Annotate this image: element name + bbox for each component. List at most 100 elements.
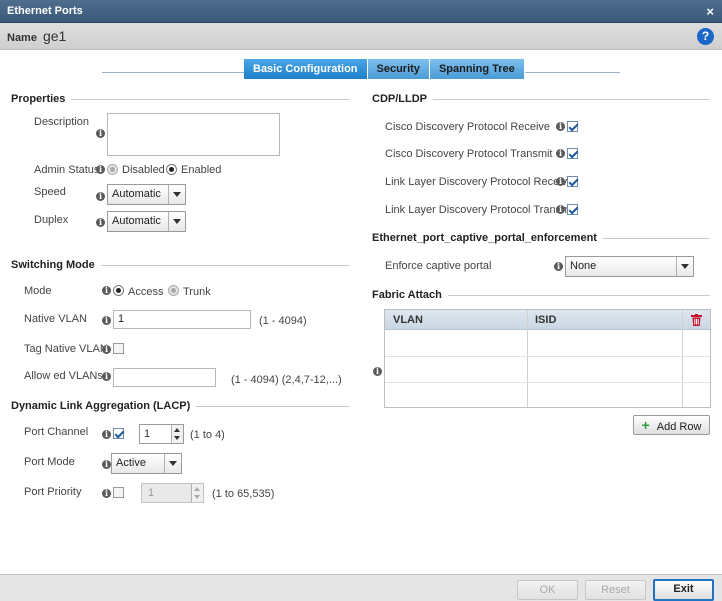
chevron-down-icon: [164, 454, 181, 473]
duplex-select[interactable]: Automatic: [107, 211, 186, 232]
port-priority-stepper: 1: [141, 483, 204, 503]
close-icon[interactable]: ×: [706, 0, 714, 23]
stepper-buttons: [191, 484, 203, 502]
add-row-button[interactable]: + Add Row: [633, 415, 710, 435]
tag-native-vlan-checkbox[interactable]: [113, 343, 124, 354]
cdp-lldp-section-title: CDP/LLDP: [372, 93, 433, 105]
tab-spanning-tree[interactable]: Spanning Tree: [429, 59, 525, 79]
cdp-transmit-checkbox[interactable]: [567, 148, 578, 159]
lldp-transmit-checkbox[interactable]: [567, 204, 578, 215]
tab-security[interactable]: Security: [367, 59, 430, 79]
window-title-bar: Ethernet Ports ×: [0, 0, 722, 23]
stepper-buttons[interactable]: [171, 425, 183, 443]
fabric-attach-section-title: Fabric Attach: [372, 289, 448, 301]
info-icon: i: [96, 129, 105, 138]
chevron-down-icon: [676, 257, 693, 276]
duplex-select-value: Automatic: [112, 215, 161, 227]
native-vlan-label: Native VLAN: [24, 313, 87, 325]
lldp-transmit-label: Link Layer Discovery Protocol Transmit: [385, 204, 576, 216]
info-icon: i: [96, 165, 105, 174]
chevron-down-icon[interactable]: [174, 436, 180, 440]
chevron-down-icon: [168, 212, 185, 231]
admin-status-enabled-label: Enabled: [181, 164, 222, 176]
reset-button[interactable]: Reset: [585, 580, 646, 600]
fabric-attach-table-header: VLAN ISID: [385, 310, 710, 330]
mode-access-radio[interactable]: [113, 285, 124, 296]
info-icon: i: [556, 205, 565, 214]
admin-status-label: Admin Status: [34, 164, 100, 176]
duplex-label: Duplex: [34, 214, 69, 226]
fabric-attach-table: VLAN ISID: [384, 309, 711, 408]
info-icon: i: [96, 218, 105, 227]
port-channel-checkbox[interactable]: [113, 428, 124, 439]
cdp-transmit-label: Cisco Discovery Protocol Transmit: [385, 148, 553, 160]
port-channel-stepper[interactable]: 1: [139, 424, 184, 444]
info-icon: i: [556, 122, 565, 131]
plus-icon: +: [641, 417, 650, 433]
description-label: Description: [34, 116, 90, 128]
trash-icon[interactable]: [691, 314, 702, 326]
port-priority-label: Port Priority: [24, 486, 82, 498]
description-textarea[interactable]: [107, 113, 280, 156]
port-mode-label: Port Mode: [24, 456, 75, 468]
speed-select-value: Automatic: [112, 188, 161, 200]
enforce-captive-portal-label: Enforce captive portal: [385, 260, 492, 272]
tab-strip: Basic Configuration Security Spanning Tr…: [244, 59, 525, 79]
info-icon: i: [556, 177, 565, 186]
lldp-receive-checkbox[interactable]: [567, 176, 578, 187]
info-icon: i: [102, 286, 111, 295]
mode-label: Mode: [24, 285, 52, 297]
mode-access-label: Access: [128, 286, 164, 298]
ok-button[interactable]: OK: [517, 580, 578, 600]
info-icon: i: [102, 489, 111, 498]
port-channel-range: (1 to 4): [190, 429, 225, 441]
footer-bar: OK Reset Exit: [0, 574, 722, 601]
info-icon: i: [556, 149, 565, 158]
lldp-receive-label: Link Layer Discovery Protocol Receive: [385, 176, 574, 188]
port-priority-checkbox[interactable]: [113, 487, 124, 498]
info-icon: i: [102, 460, 111, 469]
captive-portal-section-title: Ethernet_port_captive_portal_enforcement: [372, 232, 603, 244]
properties-section-title: Properties: [11, 93, 72, 105]
row-divider: [385, 382, 710, 383]
enforce-captive-portal-select[interactable]: None: [565, 256, 694, 277]
tab-basic-configuration[interactable]: Basic Configuration: [244, 59, 368, 79]
speed-select[interactable]: Automatic: [107, 184, 186, 205]
port-mode-select[interactable]: Active: [111, 453, 182, 474]
admin-status-enabled-radio[interactable]: [166, 164, 177, 175]
info-icon: i: [373, 367, 382, 376]
lacp-section-title: Dynamic Link Aggregation (LACP): [11, 400, 197, 412]
help-icon[interactable]: ?: [697, 28, 714, 45]
column-divider: [527, 310, 528, 407]
enforce-captive-portal-value: None: [570, 260, 597, 272]
exit-button[interactable]: Exit: [653, 579, 714, 601]
window-title: Ethernet Ports: [7, 5, 83, 17]
allowed-vlans-label: Allow ed VLANs: [24, 370, 103, 382]
info-icon: i: [554, 262, 563, 271]
admin-status-disabled-label: Disabled: [122, 164, 165, 176]
mode-trunk-label: Trunk: [183, 286, 211, 298]
info-icon: i: [102, 372, 111, 381]
cdp-receive-checkbox[interactable]: [567, 121, 578, 132]
cdp-receive-label: Cisco Discovery Protocol Receive: [385, 121, 551, 133]
name-bar: Name ge1 ?: [0, 23, 722, 50]
allowed-vlans-input[interactable]: [113, 368, 216, 387]
port-mode-select-value: Active: [116, 457, 146, 469]
column-divider: [682, 310, 683, 407]
native-vlan-input[interactable]: 1: [113, 310, 251, 329]
column-header-isid[interactable]: ISID: [535, 310, 556, 330]
admin-status-disabled-radio[interactable]: [107, 164, 118, 175]
port-priority-range: (1 to 65,535): [212, 488, 275, 500]
chevron-down-icon: [194, 495, 200, 499]
tag-native-vlan-label: Tag Native VLAN: [24, 343, 108, 355]
mode-trunk-radio[interactable]: [168, 285, 179, 296]
port-channel-value: 1: [144, 428, 151, 440]
add-row-label: Add Row: [656, 421, 702, 433]
name-label: Name: [7, 32, 37, 44]
port-priority-value: 1: [148, 487, 155, 499]
chevron-down-icon: [168, 185, 185, 204]
column-header-vlan[interactable]: VLAN: [393, 310, 423, 330]
chevron-up-icon[interactable]: [174, 428, 180, 432]
row-divider: [385, 356, 710, 357]
info-icon: i: [102, 316, 111, 325]
